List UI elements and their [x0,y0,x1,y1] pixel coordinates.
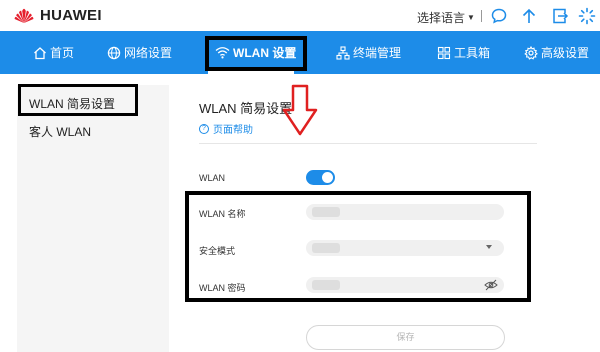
toolbox-icon [437,46,451,59]
home-icon [34,46,46,59]
language-select[interactable]: 选择语言 ▼ [417,9,475,26]
logout-icon[interactable] [551,7,569,25]
sidebar: WLAN 简易设置 客人 WLAN [17,85,169,352]
chevron-down-icon: ▼ [467,13,475,22]
brand-name: HUAWEI [40,7,102,24]
nav-network-settings[interactable]: 网络设置 [107,31,172,74]
page-title: WLAN 简易设置 [199,101,293,116]
active-tab-indicator [208,71,294,74]
sidebar-item-guest-wlan[interactable]: 客人 WLAN [29,123,91,140]
loading-icon [578,7,596,25]
nav-device-label: 终端管理 [353,46,402,60]
annotation-arrow-icon [282,84,318,136]
help-icon: ? [199,123,209,134]
network-icon [336,45,350,60]
gear-icon [524,45,538,60]
nav-network-label: 网络设置 [124,46,173,60]
annotation-box-nav [205,36,307,71]
huawei-flower-icon [14,8,34,23]
save-button[interactable]: 保存 [306,325,505,350]
header-divider [481,10,482,22]
help-link-label: 页面帮助 [213,125,253,136]
toggle-knob [322,172,333,183]
globe-icon [107,46,121,59]
router-admin-page: HUAWEI 选择语言 ▼ 首页 网络设置 WLAN 设置 终端管理 工具箱 高… [0,0,600,352]
huawei-logo: HUAWEI [14,7,102,24]
nav-advanced-settings[interactable]: 高级设置 [524,31,589,74]
section-divider [199,143,537,144]
annotation-box-sidebar [18,84,138,116]
upload-icon[interactable] [520,7,538,25]
nav-device-management[interactable]: 终端管理 [336,31,401,74]
nav-home[interactable]: 首页 [33,31,74,74]
wlan-toggle[interactable] [306,170,335,185]
top-bar: HUAWEI 选择语言 ▼ [0,0,600,31]
annotation-box-fields [185,191,531,302]
language-label: 选择语言 [417,11,466,25]
nav-home-label: 首页 [50,46,75,60]
wlan-label: WLAN [199,173,226,183]
message-icon[interactable] [490,7,508,25]
page-help-link[interactable]: ? 页面帮助 [199,121,253,136]
nav-toolbox-label: 工具箱 [454,46,491,60]
nav-advanced-label: 高级设置 [541,46,590,60]
nav-toolbox[interactable]: 工具箱 [437,31,490,74]
